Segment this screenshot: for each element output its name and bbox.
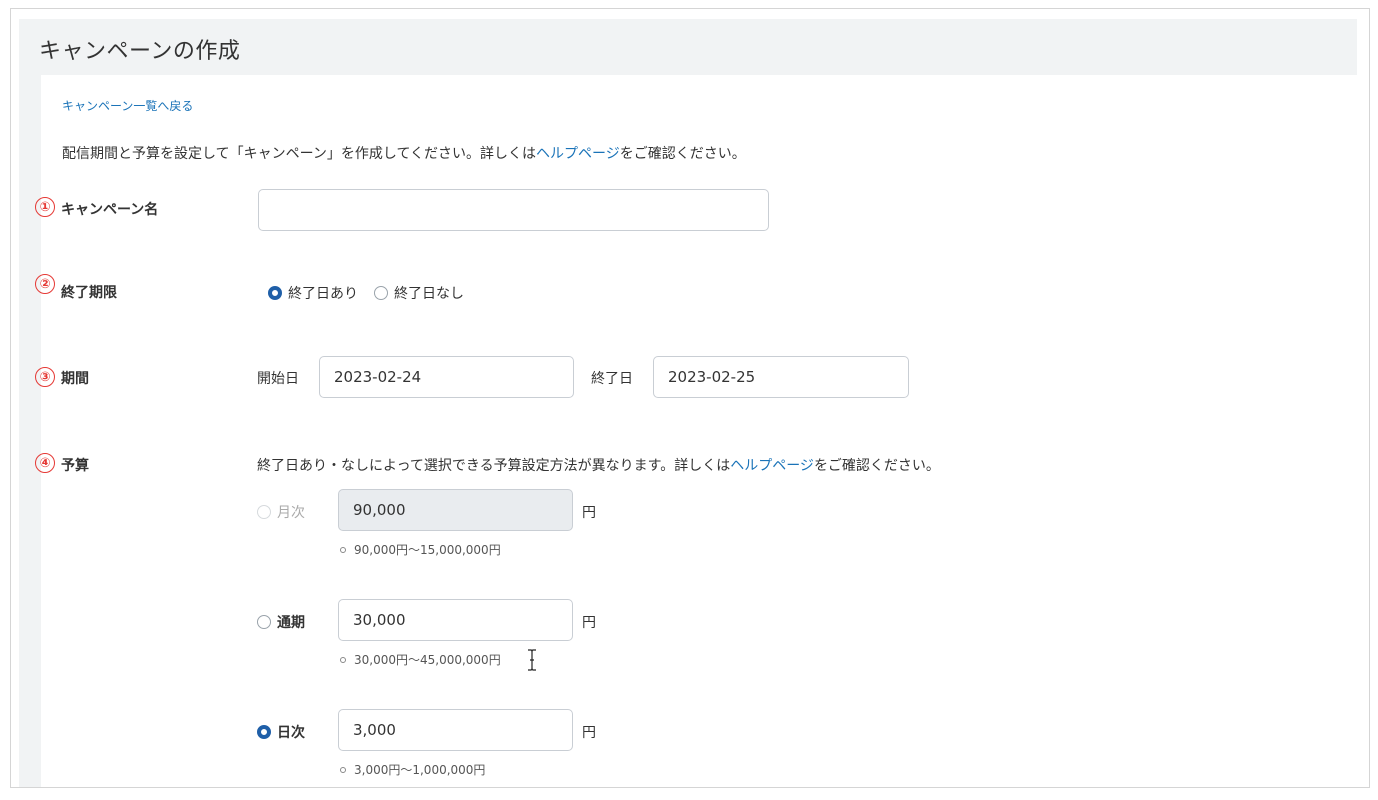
start-date-label: 開始日 (257, 371, 299, 387)
intro-text: 配信期間と予算を設定して「キャンペーン」を作成してください。詳しくはヘルプページ… (62, 143, 746, 163)
intro-text-after: をご確認ください。 (619, 146, 746, 162)
side-strip (19, 75, 41, 787)
budget-monthly-input (338, 489, 573, 531)
budget-total-radio[interactable] (257, 615, 271, 629)
campaign-form: キャンペーン一覧へ戻る 配信期間と予算を設定して「キャンペーン」を作成してくださ… (35, 75, 1361, 787)
budget-monthly-label: 月次 (277, 505, 305, 521)
bullet-icon (340, 656, 346, 663)
step-marker-3: ③ (35, 367, 55, 387)
text-cursor-icon (528, 649, 536, 671)
end-date-no-label: 終了日なし (394, 286, 464, 302)
end-date-no-radio[interactable] (374, 286, 388, 300)
end-date-yes-radio[interactable] (268, 286, 282, 300)
title-bar: キャンペーンの作成 (19, 19, 1357, 75)
step-marker-4: ④ (35, 453, 55, 473)
budget-note-after: をご確認ください。 (813, 458, 940, 474)
budget-daily-radio[interactable] (257, 725, 271, 739)
budget-monthly-currency: 円 (582, 505, 596, 521)
budget-label: 予算 (61, 458, 89, 474)
campaign-name-label: キャンペーン名 (61, 202, 159, 218)
back-to-campaign-list-link[interactable]: キャンペーン一覧へ戻る (62, 97, 193, 114)
end-date-yes-label: 終了日あり (288, 286, 358, 302)
budget-monthly-option: 月次 (257, 502, 315, 522)
start-date-input[interactable] (319, 356, 574, 398)
end-date-label: 終了日 (591, 371, 633, 387)
budget-monthly-radio[interactable] (257, 505, 271, 519)
budget-daily-input[interactable] (338, 709, 573, 751)
budget-note-before: 終了日あり・なしによって選択できる予算設定方法が異なります。詳しくは (257, 458, 731, 474)
page-title: キャンペーンの作成 (39, 39, 241, 64)
budget-total-option: 通期 (257, 612, 315, 632)
budget-help-page-link[interactable]: ヘルプページ (730, 458, 814, 474)
campaign-name-input[interactable] (258, 189, 769, 231)
step-marker-1: ① (35, 197, 55, 217)
budget-monthly-range: 90,000円～15,000,000円 (340, 541, 501, 558)
budget-total-currency: 円 (582, 615, 596, 631)
budget-total-range: 30,000円～45,000,000円 (340, 651, 501, 668)
bullet-icon (340, 766, 346, 773)
budget-total-input[interactable] (338, 599, 573, 641)
step-marker-2: ② (35, 274, 55, 294)
budget-daily-range-text: 3,000円～1,000,000円 (354, 763, 486, 777)
budget-daily-range: 3,000円～1,000,000円 (340, 761, 485, 778)
end-limit-label: 終了期限 (61, 285, 117, 301)
budget-note: 終了日あり・なしによって選択できる予算設定方法が異なります。詳しくはヘルプページ… (257, 455, 940, 475)
budget-daily-currency: 円 (582, 725, 596, 741)
budget-monthly-range-text: 90,000円～15,000,000円 (354, 543, 501, 557)
budget-daily-label: 日次 (277, 725, 305, 741)
intro-text-before: 配信期間と予算を設定して「キャンペーン」を作成してください。詳しくは (62, 146, 537, 162)
budget-total-range-text: 30,000円～45,000,000円 (354, 653, 501, 667)
period-label: 期間 (61, 371, 89, 387)
budget-daily-option: 日次 (257, 722, 315, 742)
help-page-link[interactable]: ヘルプページ (536, 146, 620, 162)
page-frame: キャンペーンの作成 キャンペーン一覧へ戻る 配信期間と予算を設定して「キャンペー… (10, 8, 1370, 788)
end-limit-radio-group: 終了日あり 終了日なし (268, 283, 474, 303)
budget-total-label: 通期 (277, 615, 305, 631)
end-date-input[interactable] (653, 356, 909, 398)
bullet-icon (340, 546, 346, 553)
